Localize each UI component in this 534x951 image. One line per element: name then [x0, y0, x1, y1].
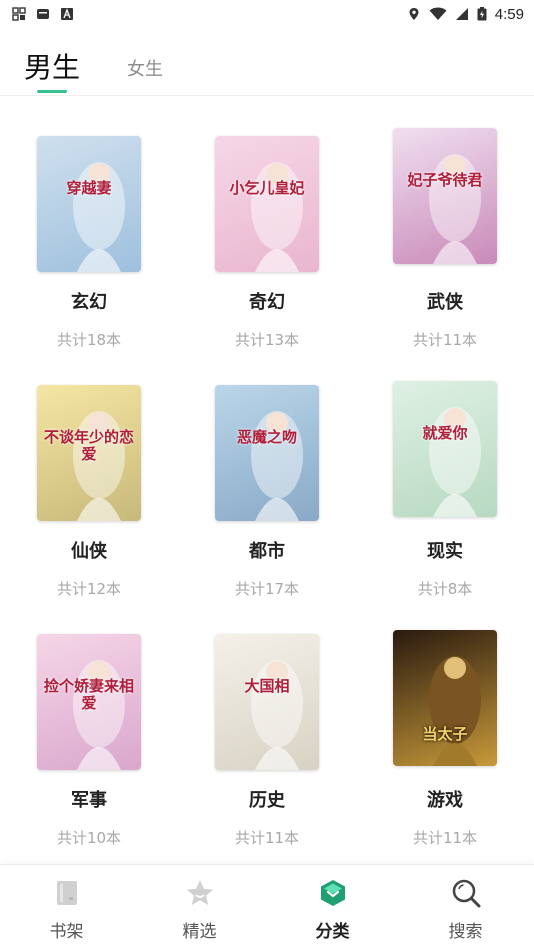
cover-art [251, 660, 303, 770]
category-item[interactable]: 妃子爷待君武侠共计11本 [356, 128, 534, 360]
nav-label-featured: 精选 [182, 922, 217, 942]
category-name: 仙侠 [71, 541, 107, 562]
cover-title: 就爱你 [422, 424, 468, 442]
cover-title: 捡个娇妻来相爱 [43, 677, 134, 712]
grid-icon [12, 7, 26, 21]
tab-male[interactable]: 男生 [24, 46, 80, 86]
bookshelf-icon [56, 881, 77, 905]
star-icon [186, 880, 213, 905]
cover-art [251, 411, 303, 521]
category-count: 共计10本 [56, 829, 122, 847]
category-name: 游戏 [427, 790, 463, 811]
cover-art [429, 154, 481, 264]
status-bar: 4:59 [0, 0, 534, 28]
status-bar-right: 4:59 [407, 6, 524, 23]
book-cover-image[interactable]: 大国相 [215, 634, 319, 770]
category-count: 共计13本 [234, 331, 300, 349]
category-name: 武侠 [427, 292, 463, 313]
tab-female[interactable]: 女生 [127, 55, 163, 81]
nav-label-category: 分类 [315, 922, 350, 942]
category-item[interactable]: 穿越妻玄幻共计18本 [0, 130, 178, 360]
book-cover-image[interactable]: 就爱你 [393, 381, 497, 517]
cover-art [429, 656, 481, 766]
gender-tabs: 男生 女生 [0, 28, 534, 96]
category-item[interactable]: 不谈年少的恋爱仙侠共计12本 [0, 379, 178, 609]
battery-icon [477, 7, 487, 21]
category-item[interactable]: 恶魔之吻都市共计17本 [178, 379, 356, 609]
cover-art [429, 407, 481, 517]
category-name: 都市 [249, 541, 285, 562]
category-count: 共计11本 [412, 331, 478, 349]
cover-title: 妃子爷待君 [407, 171, 483, 189]
category-name: 现实 [427, 541, 463, 562]
notification-icon [37, 9, 49, 19]
book-cover-image[interactable]: 当太子 [393, 630, 497, 766]
category-count: 共计12本 [56, 580, 122, 598]
book-cover-image[interactable]: 捡个娇妻来相爱 [37, 634, 141, 770]
category-item[interactable]: 就爱你现实共计8本 [356, 379, 534, 609]
nav-featured[interactable]: 精选 [133, 865, 266, 951]
cover-art [73, 162, 125, 272]
cover-title: 恶魔之吻 [236, 428, 297, 446]
nav-search[interactable]: 搜索 [399, 865, 532, 951]
book-cover-image[interactable]: 不谈年少的恋爱 [37, 385, 141, 521]
nav-bookshelf[interactable]: 书架 [0, 865, 133, 951]
font-icon [61, 8, 73, 20]
category-name: 历史 [249, 790, 285, 811]
cover-art [251, 162, 303, 272]
nav-label-search: 搜索 [448, 922, 483, 942]
cover-title: 当太子 [422, 725, 468, 743]
category-count: 共计18本 [56, 331, 122, 349]
category-name: 奇幻 [249, 292, 285, 313]
location-icon [409, 8, 419, 20]
category-icon [320, 880, 345, 906]
active-tab-indicator [37, 90, 67, 93]
book-cover-image[interactable]: 小乞儿皇妃 [215, 136, 319, 272]
bottom-nav: 书架 精选 分类 搜索 [0, 864, 534, 951]
book-cover-image[interactable]: 恶魔之吻 [215, 385, 319, 521]
category-name: 军事 [71, 790, 107, 811]
status-bar-left [12, 7, 74, 21]
cover-title: 穿越妻 [66, 179, 112, 197]
search-icon [452, 879, 480, 908]
category-count: 共计11本 [234, 829, 300, 847]
book-cover-image[interactable]: 妃子爷待君 [393, 128, 497, 264]
book-cover-image[interactable]: 穿越妻 [37, 136, 141, 272]
cover-title: 小乞儿皇妃 [229, 179, 305, 197]
category-item[interactable]: 捡个娇妻来相爱军事共计10本 [0, 628, 178, 858]
status-time: 4:59 [494, 5, 524, 23]
cover-title: 大国相 [244, 677, 290, 695]
category-count: 共计17本 [234, 580, 300, 598]
category-name: 玄幻 [71, 292, 107, 313]
category-count: 共计8本 [417, 580, 473, 598]
category-item[interactable]: 小乞儿皇妃奇幻共计13本 [178, 130, 356, 360]
category-item[interactable]: 大国相历史共计11本 [178, 628, 356, 858]
wifi-icon [429, 7, 447, 20]
category-item[interactable]: 当太子游戏共计11本 [356, 628, 534, 858]
cover-title: 不谈年少的恋爱 [43, 428, 134, 463]
signal-icon [455, 8, 468, 20]
nav-label-bookshelf: 书架 [49, 922, 84, 942]
category-count: 共计11本 [412, 829, 478, 847]
nav-category[interactable]: 分类 [266, 865, 399, 951]
